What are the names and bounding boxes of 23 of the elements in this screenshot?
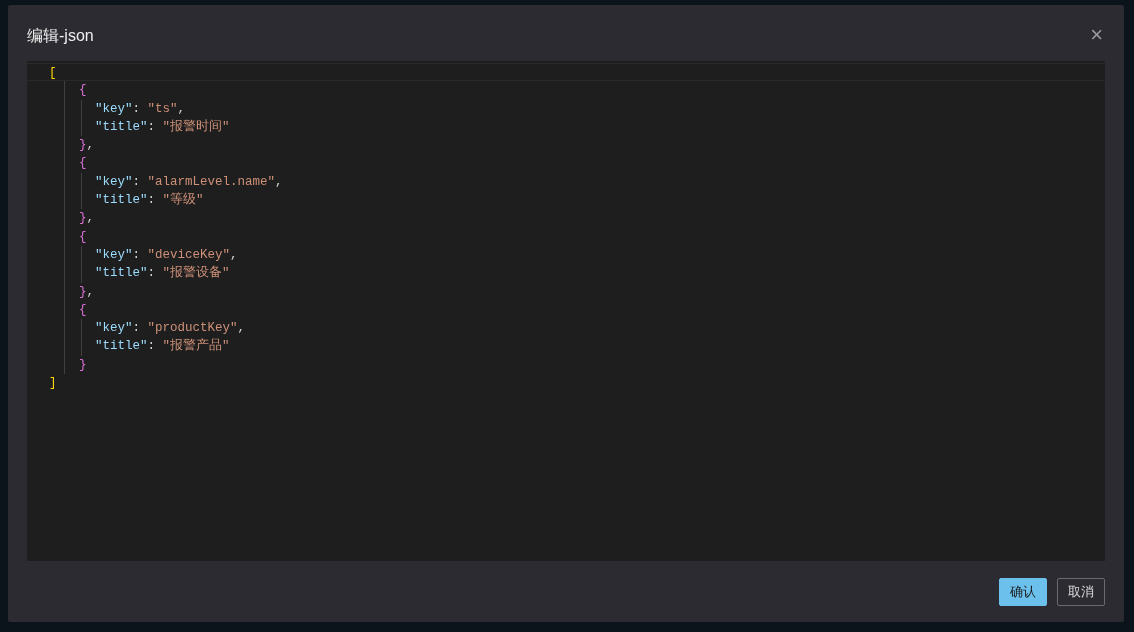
code-line: "title": "报警设备" [94, 264, 231, 283]
dialog-title: 编辑-json [27, 26, 94, 46]
code-line: "title": "报警时间" [94, 118, 231, 136]
code-line: ] [48, 375, 58, 393]
code-line: "key": "deviceKey", [94, 246, 239, 264]
cancel-button[interactable]: 取消 [1057, 578, 1105, 606]
code-line: }, [78, 283, 96, 301]
code-line: { [78, 301, 88, 319]
code-line: "title": "等级" [94, 191, 205, 210]
code-line: } [78, 356, 88, 374]
code-line: { [78, 155, 88, 173]
close-button[interactable]: × [1088, 25, 1105, 45]
code-line: }, [78, 137, 96, 155]
code-editor[interactable]: [ { "key": "ts", "title": "报警时间" }, { "key": "alarmLevel.name", "title": "等级" }, { "key": "deviceKey", "title": "报警设备" }, { "key": "productKey", "title": "报警产品" } ] [27, 61, 1105, 561]
code-line: "key": "alarmLevel.name", [94, 173, 284, 191]
code-line: "key": "productKey", [94, 320, 247, 338]
code-line: { [78, 82, 88, 100]
code-line: [ [27, 63, 1105, 82]
code-line: }, [78, 210, 96, 228]
code-line: "key": "ts", [94, 100, 187, 118]
confirm-button[interactable]: 确认 [999, 578, 1047, 606]
code-line: "title": "报警产品" [94, 337, 231, 356]
code-line: { [78, 228, 88, 246]
